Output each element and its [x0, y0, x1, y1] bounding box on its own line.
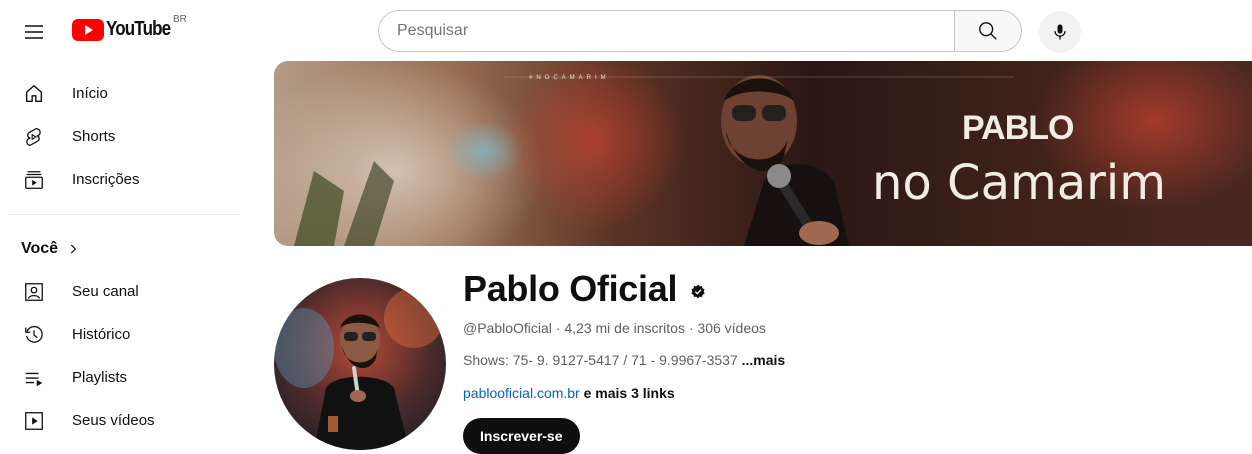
shorts-icon: [22, 125, 46, 149]
sidebar-item-label: Seus vídeos: [72, 412, 155, 429]
verified-badge-icon: [691, 284, 705, 299]
sidebar-item-home[interactable]: Início: [8, 72, 240, 115]
microphone-icon: [1054, 24, 1066, 40]
sidebar-divider: [8, 214, 240, 215]
your-channel-icon: [22, 280, 46, 304]
more-links-button[interactable]: e mais 3 links: [580, 385, 675, 401]
sidebar-you-section[interactable]: Você: [8, 227, 240, 270]
banner-title-line1: PABLO: [962, 109, 1074, 147]
sidebar-item-label: Histórico: [72, 326, 131, 343]
playlists-icon: [22, 366, 46, 390]
search-icon: [979, 22, 997, 40]
logo-wordmark: YouTube: [106, 18, 171, 40]
sidebar-item-label: Playlists: [72, 369, 128, 386]
history-icon: [22, 323, 46, 347]
voice-search-button[interactable]: [1039, 11, 1081, 53]
chevron-right-icon: [70, 244, 77, 253]
channel-description[interactable]: Shows: 75- 9. 9127-5417 / 71 - 9.9967-35…: [463, 352, 785, 368]
channel-website-link[interactable]: pablooficial.com.br: [463, 385, 580, 401]
channel-handle-stats: @PabloOficial · 4,23 mi de inscritos · 3…: [463, 320, 766, 336]
sidebar-item-shorts[interactable]: Shorts: [8, 115, 240, 158]
menu-button[interactable]: [14, 12, 54, 52]
hamburger-menu-icon: [25, 25, 43, 39]
subscriptions-icon: [22, 168, 46, 192]
banner-title-line2: no Camarim: [872, 155, 1166, 211]
sidebar-item-label: Inscrições: [72, 171, 140, 188]
banner-tag: #NOCAMARIM: [529, 75, 610, 81]
home-icon: [22, 82, 46, 106]
channel-name: Pablo Oficial: [463, 268, 678, 309]
sidebar: Início Shorts Inscrições Você Seu canal …: [8, 72, 240, 442]
channel-banner: #NOCAMARIM PABLO no Camarim: [274, 61, 1252, 246]
sidebar-item-playlists[interactable]: Playlists: [8, 356, 240, 399]
youtube-play-icon: [72, 18, 104, 41]
sidebar-item-history[interactable]: Histórico: [8, 313, 240, 356]
subscribe-button[interactable]: Inscrever-se: [463, 418, 580, 454]
youtube-logo[interactable]: YouTube BR: [72, 14, 187, 41]
sidebar-item-your-videos[interactable]: Seus vídeos: [8, 399, 240, 442]
channel-avatar[interactable]: [274, 278, 446, 450]
search-button[interactable]: [954, 10, 1022, 52]
sidebar-item-label: Início: [72, 85, 108, 102]
country-code: BR: [173, 14, 187, 25]
banner-artwork: #NOCAMARIM PABLO no Camarim: [274, 61, 1252, 246]
search-box: [378, 10, 955, 52]
avatar-image: [274, 278, 446, 450]
top-bar: YouTube BR: [0, 0, 1252, 62]
description-more-link[interactable]: ...mais: [742, 352, 786, 368]
your-videos-icon: [22, 409, 46, 433]
description-text: Shows: 75- 9. 9127-5417 / 71 - 9.9967-35…: [463, 352, 742, 368]
search-input[interactable]: [379, 11, 955, 51]
you-section-label: Você: [21, 239, 59, 257]
sidebar-item-subscriptions[interactable]: Inscrições: [8, 158, 240, 201]
sidebar-item-label: Seu canal: [72, 283, 139, 300]
channel-links: pablooficial.com.br e mais 3 links: [463, 385, 675, 401]
sidebar-item-label: Shorts: [72, 128, 116, 145]
sidebar-item-your-channel[interactable]: Seu canal: [8, 270, 240, 313]
